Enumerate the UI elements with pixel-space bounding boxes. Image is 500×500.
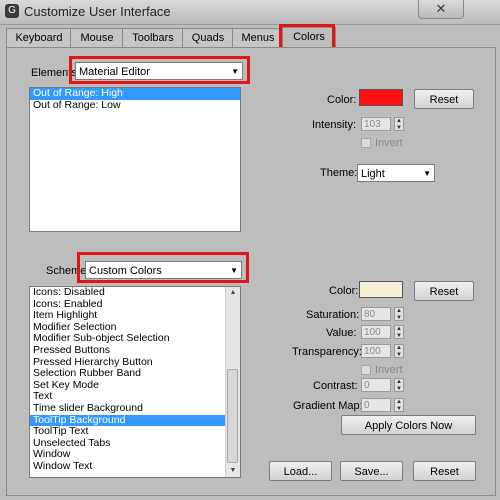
contrast-label: Contrast: [313,380,358,392]
list-item[interactable]: Icons: Disabled [30,287,240,299]
tab-menus[interactable]: Menus [232,28,284,47]
top-color-label: Color: [327,94,357,106]
saturation-spinner[interactable]: 80 [361,307,391,321]
transparency-label: Transparency: [292,346,362,358]
value-spin-buttons[interactable]: ▲ ▼ [394,325,404,339]
value-spinner[interactable]: 100 [361,325,391,339]
saturation-spin-buttons[interactable]: ▲ ▼ [394,307,404,321]
list-item[interactable]: Pressed Buttons [30,344,240,357]
top-color-swatch[interactable] [359,89,403,106]
gradient-map-label: Gradient Map: [293,400,363,412]
list-item[interactable]: Out of Range: High [30,88,240,100]
window-title: Customize User Interface [24,4,171,19]
save-button[interactable]: Save... [340,461,403,481]
scroll-up-icon[interactable]: ▲ [226,287,240,299]
footer-reset-button[interactable]: Reset [413,461,476,481]
intensity-spinner[interactable]: 103 [361,117,391,131]
list-item[interactable]: Set Key Mode [30,379,240,392]
tab-toolbars[interactable]: Toolbars [122,28,184,47]
theme-label: Theme: [320,167,358,179]
tab-quads[interactable]: Quads [182,28,234,47]
value-label: Value: [326,327,357,339]
contrast-spin-buttons[interactable]: ▲ ▼ [394,378,404,392]
intensity-label: Intensity: [312,119,357,131]
invert-top-checkbox[interactable] [361,138,371,148]
elements-dropdown-highlight [69,56,250,84]
tab-mouse[interactable]: Mouse [70,28,124,47]
saturation-label: Saturation: [306,309,360,321]
theme-dropdown-value: Light [361,168,385,180]
load-button[interactable]: Load... [269,461,332,481]
scrollbar-thumb[interactable] [227,369,238,463]
list-item[interactable]: Selection Rubber Band [30,368,240,380]
list-item[interactable]: Out of Range: Low [30,99,240,112]
list-item[interactable]: ToolTip Text [30,426,240,438]
chevron-down-icon: ▼ [423,169,431,178]
list-item[interactable]: Window Text [30,460,240,473]
contrast-spinner[interactable]: 0 [361,378,391,392]
elements-list[interactable]: Out of Range: High Out of Range: Low [29,87,241,232]
tab-strip: Keyboard Mouse Toolbars Quads Menus Colo… [6,27,494,48]
apply-colors-button[interactable]: Apply Colors Now [341,415,476,435]
close-button[interactable]: ✕ [418,0,464,19]
bottom-color-swatch[interactable] [359,281,403,298]
bottom-color-label: Color: [329,285,359,297]
title-bar: G Customize User Interface ✕ [0,0,500,25]
scheme-list-scrollbar[interactable]: ▲ ▼ [225,287,240,477]
transparency-spin-buttons[interactable]: ▲ ▼ [394,344,404,358]
scheme-list[interactable]: Icons: Disabled Icons: Enabled Item High… [29,286,241,478]
intensity-spin-buttons[interactable]: ▲ ▼ [394,117,404,131]
theme-dropdown[interactable]: Light ▼ [357,164,435,182]
app-icon: G [5,4,19,18]
customize-ui-window: G Customize User Interface ✕ Keyboard Mo… [0,0,500,500]
invert-top-label: Invert [375,137,403,149]
invert-bottom-checkbox[interactable] [361,365,371,375]
scroll-down-icon[interactable]: ▼ [226,465,240,477]
top-reset-button[interactable]: Reset [414,89,474,109]
scheme-dropdown-highlight [77,252,249,283]
gradient-map-spin-buttons[interactable]: ▲ ▼ [394,398,404,412]
invert-bottom-label: Invert [375,364,403,376]
gradient-map-spinner[interactable]: 0 [361,398,391,412]
tab-keyboard[interactable]: Keyboard [6,28,72,47]
transparency-spinner[interactable]: 100 [361,344,391,358]
list-item[interactable]: Time slider Background [30,402,240,415]
bottom-reset-button[interactable]: Reset [414,281,474,301]
